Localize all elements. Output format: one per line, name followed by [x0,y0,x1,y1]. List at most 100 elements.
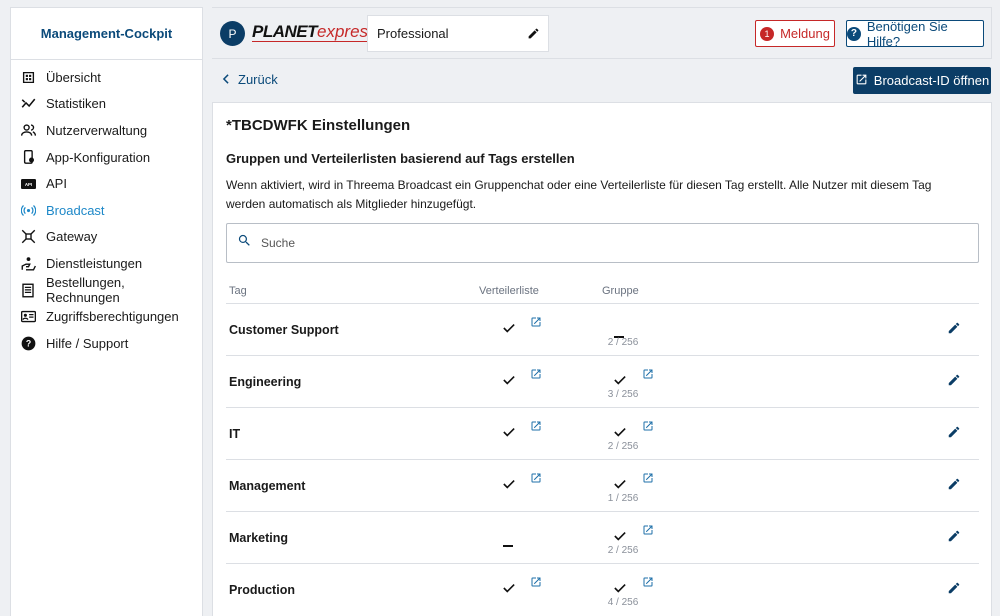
group-check-icon [614,476,626,494]
receipt-icon [21,283,36,298]
avatar[interactable]: P [220,21,245,46]
table-row: Engineering 3 / 256 [226,355,979,407]
tenant-selector[interactable]: Professional [367,15,549,52]
column-header-gruppe: Gruppe [602,285,639,297]
notification-button[interactable]: 1 Meldung [755,20,835,47]
tag-table: Customer Support 2 / 256 Engineering 3 / 25… [226,303,979,615]
list-external-link-icon[interactable] [530,315,542,333]
back-link[interactable]: Zurück [222,72,278,87]
list-none-dash [503,534,513,552]
svg-text:API: API [25,182,32,187]
group-check-icon [614,424,626,442]
pencil-icon[interactable] [527,27,540,43]
sidebar-item-label: Gateway [46,229,98,245]
company-logo: PLANETexpress [252,22,377,42]
list-external-link-icon[interactable] [530,471,542,489]
help-icon: ? [21,336,36,351]
notification-label: Meldung [780,26,830,41]
list-external-link-icon[interactable] [530,419,542,437]
column-header-tag: Tag [229,285,247,297]
edit-pencil-icon[interactable] [947,321,961,340]
group-external-link-icon[interactable] [642,367,654,385]
group-external-link-icon[interactable] [642,471,654,489]
sidebar-item-label: Bestellungen, Rechnungen [45,275,125,306]
sidebar-item-broadcast[interactable]: Broadcast [11,197,202,224]
list-check-icon [503,372,515,390]
table-row: Production 4 / 256 [226,563,979,615]
open-broadcast-id-button[interactable]: Broadcast-ID öffnen [853,67,991,94]
sidebar-item-label: API [46,176,67,192]
id-card-icon [21,309,36,324]
table-row: Marketing 2 / 256 [226,511,979,563]
sidebar-item-label: App-Konfiguration [46,149,151,165]
list-check-icon [503,580,515,598]
help-button[interactable]: ? Benötigen Sie Hilfe? [846,18,984,49]
sidebar-item-label: Dienstleistungen [46,255,143,271]
settings-panel: *TBCDWFK Einstellungen Gruppen und Verte… [212,102,992,616]
sidebar-item-nutzerverwaltung[interactable]: Nutzerverwaltung [11,117,202,144]
group-external-link-icon[interactable] [642,419,654,437]
sidebar-title[interactable]: Management-Cockpit [11,8,202,60]
sidebar-item-dienstleistungen[interactable]: Dienstleistungen [11,250,202,277]
tag-name: IT [229,427,241,441]
sidebar-item-gateway[interactable]: Gateway [11,224,202,251]
tag-name: Marketing [229,531,289,545]
sidebar-item-zugriffsberechtigungen[interactable]: Zugriffsberechtigungen [11,303,202,330]
edit-pencil-icon[interactable] [947,477,961,496]
sidebar-item-label: Statistiken [46,96,106,112]
sidebar-item-api[interactable]: API API [11,170,202,197]
tag-name: Management [229,479,306,493]
table-row: Management 1 / 256 [226,459,979,511]
notification-count-badge: 1 [760,26,775,41]
edit-pencil-icon[interactable] [947,581,961,600]
sidebar-nav: Übersicht Statistiken Nutzerverwaltung App-… [11,60,202,357]
services-icon [21,256,36,271]
column-header-verteilerliste: Verteilerliste [479,285,539,297]
member-count: 3 / 256 [607,389,639,400]
edit-pencil-icon[interactable] [947,529,961,548]
member-count: 2 / 256 [607,545,639,556]
sidebar-item-label: Hilfe / Support [46,335,129,351]
sidebar-item-übersicht[interactable]: Übersicht [11,64,202,91]
group-check-icon [614,580,626,598]
logo-underline [252,41,377,42]
back-label: Zurück [238,72,278,87]
member-count: 4 / 256 [607,597,639,608]
sidebar-item-statistiken[interactable]: Statistiken [11,91,202,118]
section-title: Gruppen und Verteilerlisten basierend au… [226,151,575,166]
group-external-link-icon[interactable] [642,523,654,541]
dashboard-icon [21,70,36,85]
tag-name: Engineering [229,375,302,389]
sidebar: Management-Cockpit Übersicht Statistiken N… [10,7,203,616]
tag-name: Customer Support [229,323,339,337]
logo-planet: PLANET [252,22,318,41]
group-external-link-icon[interactable] [642,575,654,593]
tag-name: Production [229,583,295,597]
gateway-icon [21,229,36,244]
edit-pencil-icon[interactable] [947,373,961,392]
app-config-icon [21,149,36,165]
chevron-left-icon [222,72,230,87]
broadcast-icon [21,203,36,218]
sidebar-item-bestellungen-rechnungen[interactable]: Bestellungen, Rechnungen [11,275,202,306]
sidebar-item-label: Broadcast [46,202,105,218]
open-broadcast-label: Broadcast-ID öffnen [873,73,990,88]
edit-pencil-icon[interactable] [947,425,961,444]
list-external-link-icon[interactable] [530,367,542,385]
external-link-icon [855,73,868,89]
sidebar-item-app-konfiguration[interactable]: App-Konfiguration [11,144,202,171]
svg-text:?: ? [26,338,31,348]
chart-line-icon [21,96,36,111]
list-external-link-icon[interactable] [530,575,542,593]
search-placeholder: Suche [261,236,296,250]
list-check-icon [503,320,515,338]
section-description: Wenn aktiviert, wird in Threema Broadcas… [226,178,932,211]
help-label: Benötigen Sie Hilfe? [866,18,948,49]
table-row: Customer Support 2 / 256 [226,303,979,355]
group-check-icon [614,372,626,390]
users-icon [21,123,36,138]
sidebar-item-label: Übersicht [46,69,101,85]
sidebar-item-hilfe-support[interactable]: ? Hilfe / Support [11,330,202,357]
search-icon [237,233,252,253]
search-input[interactable]: Suche [226,223,979,263]
